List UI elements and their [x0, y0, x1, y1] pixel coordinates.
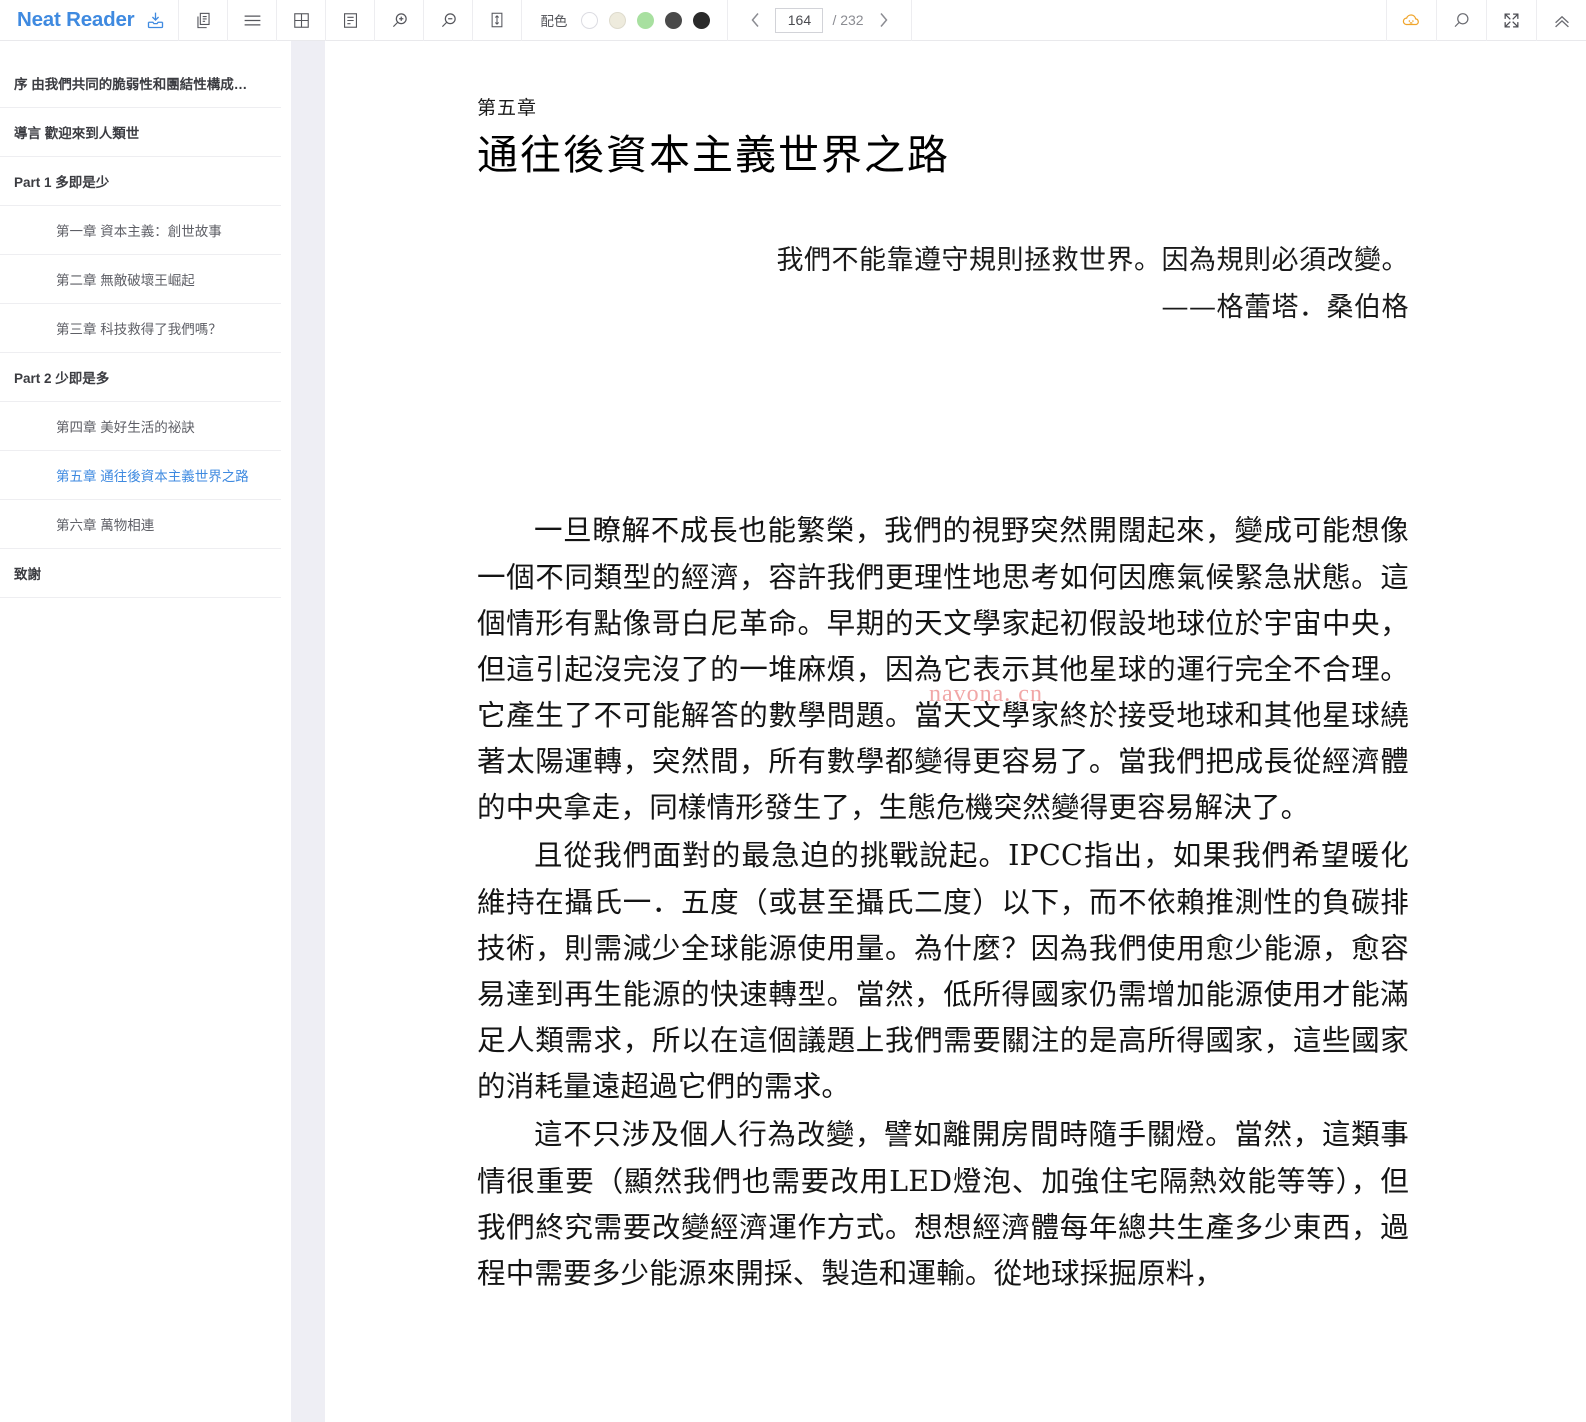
epigraph-quote: 我們不能靠遵守規則拯救世界。因為規則必須改變。 — [776, 245, 1409, 277]
sidebar-content-gutter — [281, 41, 337, 1422]
top-toolbar: Neat Reader 配色 164 / 232 — [0, 0, 1586, 41]
book-page: 第五章 通往後資本主義世界之路 我們不能靠遵守規則拯救世界。因為規則必須改變。 … — [337, 41, 1559, 1297]
color-scheme-label: 配色 — [540, 14, 568, 29]
toolbar-right-group — [1386, 0, 1586, 41]
list-menu-icon[interactable] — [227, 0, 276, 41]
sidebar-item-chapter-6[interactable]: 第六章 萬物相連 — [0, 500, 281, 549]
line-height-icon[interactable] — [472, 0, 521, 41]
app-title: Neat Reader — [17, 8, 135, 31]
sidebar-item-label: 第二章 無敵破壞王崛起 — [56, 273, 195, 288]
reader-content-pane[interactable]: 第五章 通往後資本主義世界之路 我們不能靠遵守規則拯救世界。因為規則必須改變。 … — [337, 41, 1559, 1422]
collapse-up-icon[interactable] — [1536, 0, 1586, 41]
sidebar-item-part-2[interactable]: Part 2 少即是多 — [0, 353, 281, 402]
sidebar-item-chapter-1[interactable]: 第一章 資本主義：創世故事 — [0, 206, 281, 255]
sidebar-item-label: 序 由我們共同的脆弱性和團結性構成… — [14, 77, 248, 92]
page-navigation: 164 / 232 — [728, 0, 912, 41]
theme-black[interactable] — [693, 11, 711, 29]
note-icon[interactable] — [325, 0, 374, 41]
chapter-title: 通往後資本主義世界之路 — [477, 131, 950, 179]
next-page-button[interactable] — [873, 5, 895, 35]
sidebar-item-chapter-5[interactable]: 第五章 通往後資本主義世界之路 — [0, 451, 281, 500]
copy-icon[interactable] — [178, 0, 227, 41]
theme-green[interactable] — [637, 11, 655, 29]
sidebar-item-acknowledgements[interactable]: 致謝 — [0, 549, 281, 598]
toolbar-left-group: Neat Reader 配色 164 / 232 — [0, 0, 912, 41]
theme-cream[interactable] — [609, 11, 627, 29]
sidebar-item-part-1[interactable]: Part 1 多即是少 — [0, 157, 281, 206]
search-icon[interactable] — [1436, 0, 1486, 41]
current-page-input[interactable]: 164 — [775, 7, 824, 33]
content-scrollbar[interactable] — [1576, 41, 1586, 1422]
sidebar-item-label: Part 1 多即是少 — [14, 175, 110, 190]
sidebar-item-chapter-4[interactable]: 第四章 美好生活的祕訣 — [0, 402, 281, 451]
total-pages-label: / 232 — [832, 12, 864, 28]
sidebar-item-label: Part 2 少即是多 — [14, 371, 110, 386]
toolbar-tools-group — [178, 0, 521, 41]
theme-white[interactable] — [581, 11, 599, 29]
grid-layout-icon[interactable] — [276, 0, 325, 41]
zoom-in-icon[interactable] — [374, 0, 423, 41]
epigraph-source: ——格蕾塔．桑伯格 — [1161, 291, 1409, 323]
zoom-out-icon[interactable] — [423, 0, 472, 41]
body-paragraph: 一旦瞭解不成長也能繁榮，我們的視野突然開闊起來，變成可能想像一個不同類型的經濟，… — [477, 514, 1409, 825]
app-brand[interactable]: Neat Reader — [0, 0, 178, 41]
color-scheme-group: 配色 — [521, 0, 729, 41]
theme-gray[interactable] — [665, 11, 683, 29]
neat-reader-window: Neat Reader 配色 164 / 232 序 由我們共同的脆弱性和團結性… — [0, 0, 1586, 1422]
sidebar-item-label: 第五章 通往後資本主義世界之路 — [56, 469, 249, 484]
body-paragraph: 這不只涉及個人行為改變，譬如離開房間時隨手關燈。當然，這類事情很重要（顯然我們也… — [477, 1118, 1409, 1290]
sidebar-item-label: 第六章 萬物相連 — [56, 518, 155, 533]
sidebar-item-preface[interactable]: 序 由我們共同的脆弱性和團結性構成… — [0, 59, 281, 108]
sidebar-item-label: 導言 歡迎來到人類世 — [14, 126, 140, 141]
sidebar-item-label: 第三章 科技救得了我們嗎？ — [56, 322, 222, 337]
epigraph-block: 我們不能靠遵守規則拯救世界。因為規則必須改變。 ——格蕾塔．桑伯格 — [477, 239, 1409, 330]
table-of-contents-sidebar[interactable]: 序 由我們共同的脆弱性和團結性構成… 導言 歡迎來到人類世 Part 1 多即是… — [0, 41, 281, 1422]
sidebar-item-chapter-3[interactable]: 第三章 科技救得了我們嗎？ — [0, 304, 281, 353]
fullscreen-icon[interactable] — [1486, 0, 1536, 41]
sidebar-item-introduction[interactable]: 導言 歡迎來到人類世 — [0, 108, 281, 157]
sidebar-item-label: 第一章 資本主義：創世故事 — [56, 224, 222, 239]
gutter-divider — [291, 41, 325, 1422]
prev-page-button[interactable] — [744, 5, 766, 35]
save-epub-icon[interactable] — [145, 10, 166, 31]
body-paragraph: 且從我們面對的最急迫的挑戰說起。IPCC指出，如果我們希望暖化維持在攝氏一．五度… — [477, 839, 1409, 1104]
sidebar-item-label: 第四章 美好生活的祕訣 — [56, 420, 195, 435]
sidebar-item-label: 致謝 — [14, 567, 41, 582]
cloud-sync-icon[interactable] — [1386, 0, 1436, 41]
sidebar-item-chapter-2[interactable]: 第二章 無敵破壞王崛起 — [0, 255, 281, 304]
chapter-number: 第五章 — [477, 97, 538, 119]
